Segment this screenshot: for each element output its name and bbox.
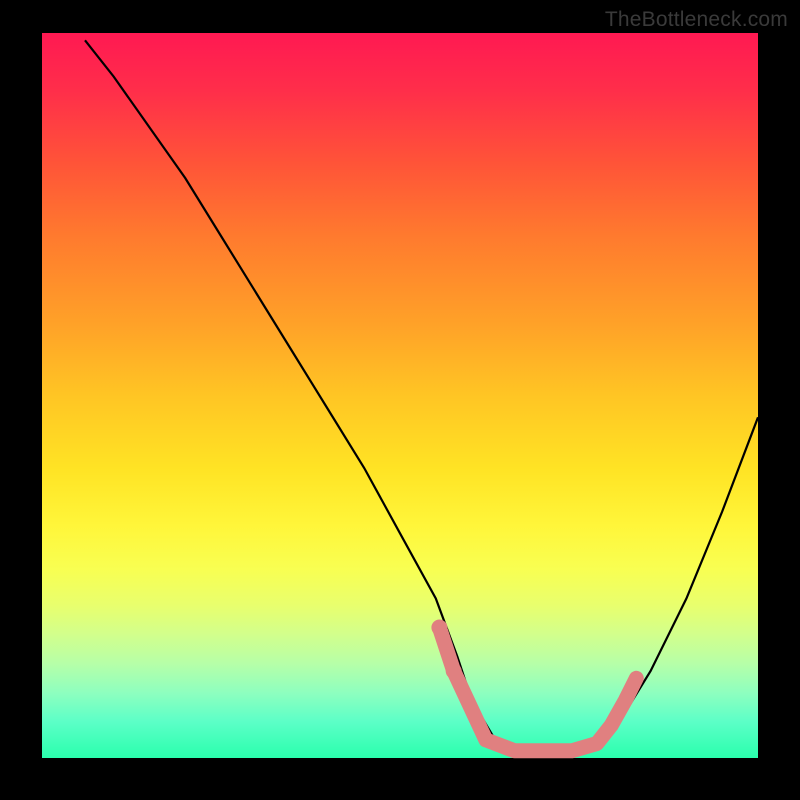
highlight-dot — [446, 663, 462, 679]
bottleneck-curve — [85, 40, 758, 751]
highlight-markers — [431, 620, 636, 751]
watermark-text: TheBottleneck.com — [605, 8, 788, 32]
highlight-dot — [431, 620, 447, 636]
highlight-stroke — [439, 628, 636, 751]
curve-overlay — [0, 0, 800, 800]
